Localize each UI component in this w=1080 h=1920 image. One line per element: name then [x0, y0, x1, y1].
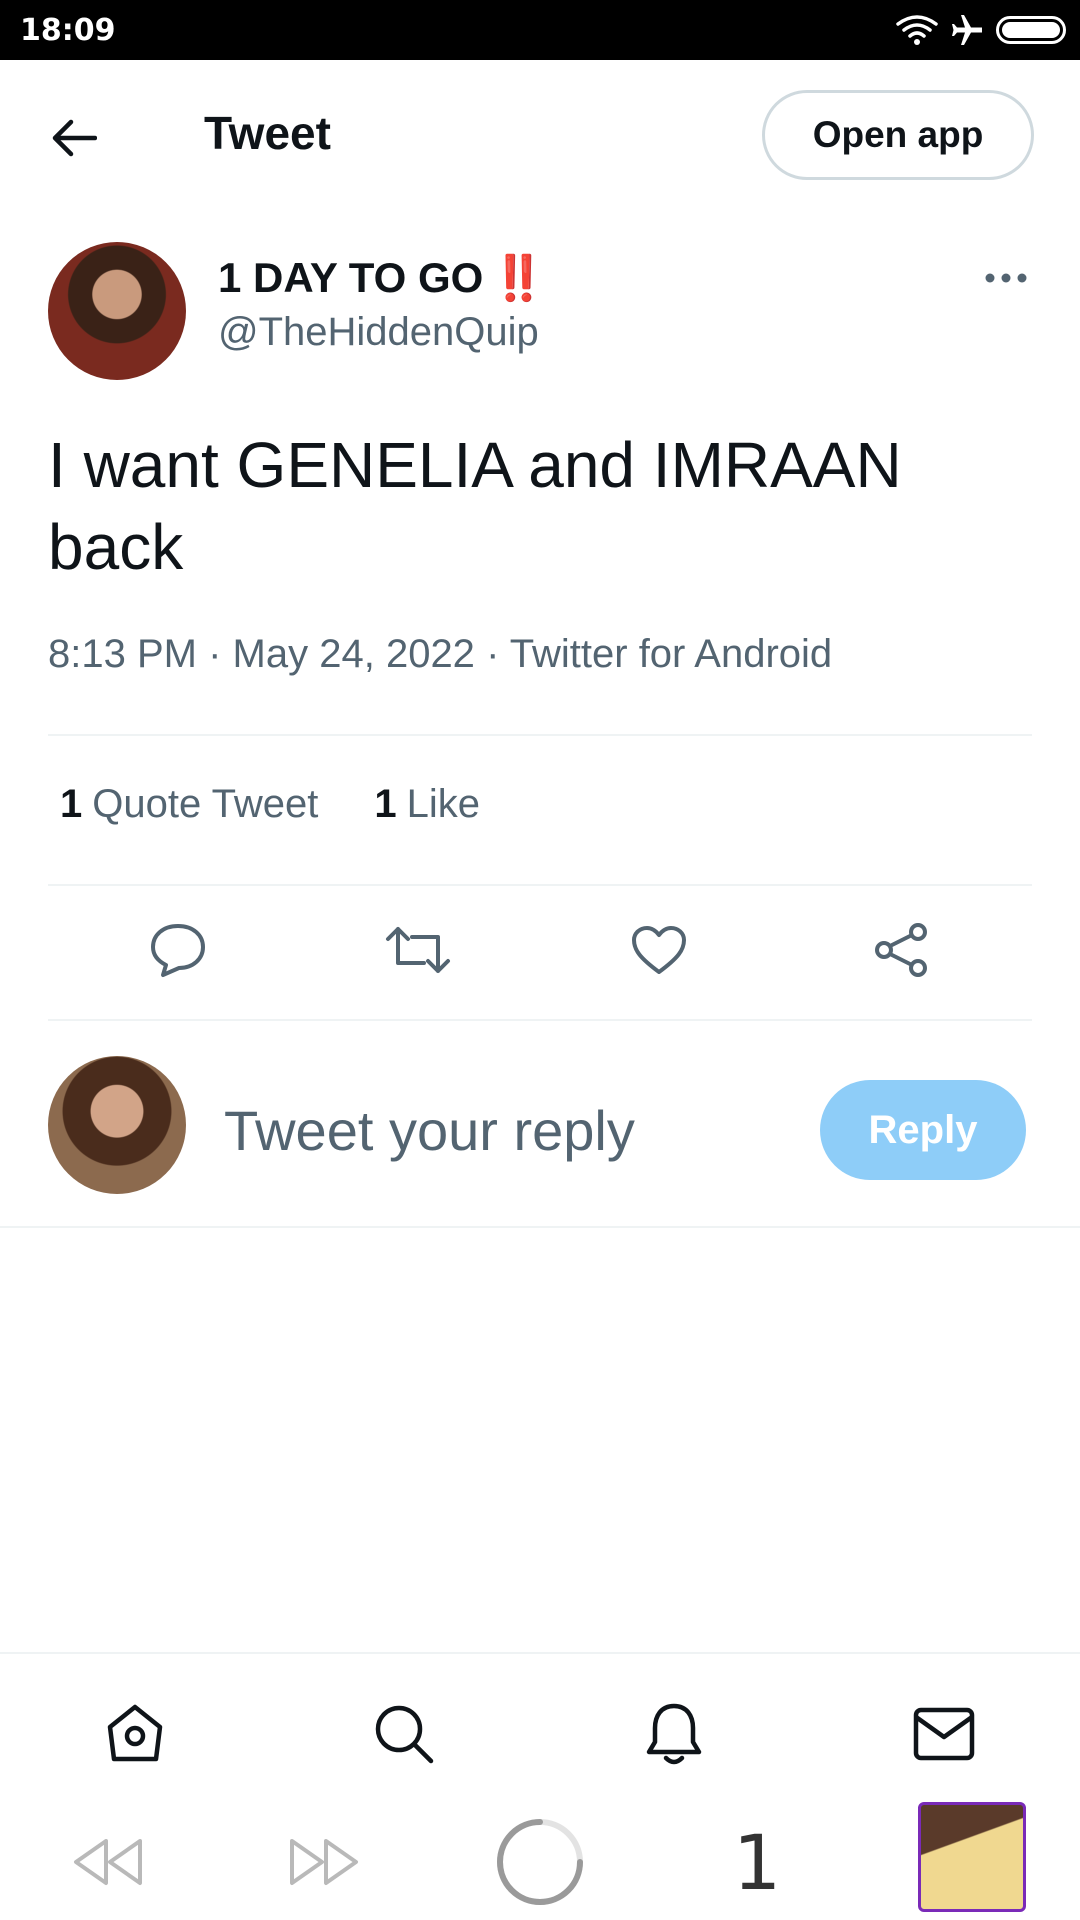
tweet-metadata: 8:13 PM · May 24, 2022 · Twitter for And…: [48, 632, 832, 677]
arrow-left-icon: [52, 119, 97, 157]
fast-forward-icon: [290, 1839, 358, 1885]
mail-icon: [913, 1707, 975, 1761]
reply-button[interactable]: [143, 915, 213, 985]
quote-label: Quote Tweet: [92, 782, 319, 826]
divider: [48, 734, 1032, 736]
more-options-button[interactable]: [978, 258, 1034, 298]
retweet-button[interactable]: [383, 915, 453, 985]
heart-icon: [632, 926, 686, 974]
battery-icon: [996, 16, 1066, 44]
reply-input[interactable]: Tweet your reply: [224, 1098, 635, 1163]
divider: [0, 1226, 1080, 1228]
meta-separator: ·: [208, 632, 222, 676]
divider: [48, 1019, 1032, 1021]
tweet-text: I want GENELIA and IMRAAN back: [48, 429, 902, 583]
browser-loading-indicator[interactable]: [494, 1816, 586, 1908]
page-title: Tweet: [204, 107, 331, 159]
share-button[interactable]: [866, 915, 936, 985]
nav-notifications[interactable]: [634, 1694, 714, 1774]
status-bar: 18:09: [0, 0, 1080, 60]
author-name-text: 1 DAY TO GO: [218, 254, 484, 301]
open-app-button[interactable]: Open app: [762, 90, 1034, 180]
tweet-actions: [48, 915, 1032, 985]
double-exclamation-emoji: ‼️: [491, 254, 546, 303]
quote-tweets-stat[interactable]: 1 Quote Tweet: [60, 782, 318, 827]
browser-forward-button[interactable]: [284, 1816, 364, 1908]
reply-submit-button[interactable]: Reply: [820, 1080, 1026, 1180]
like-count: 1: [374, 782, 397, 826]
likes-stat[interactable]: 1 Like: [374, 782, 480, 827]
rewind-back-icon: [74, 1839, 142, 1885]
wifi-icon: [896, 15, 938, 45]
tweet-date[interactable]: May 24, 2022: [233, 632, 475, 676]
current-user-avatar[interactable]: [48, 1056, 186, 1194]
nav-messages[interactable]: [904, 1694, 984, 1774]
quote-count: 1: [60, 782, 83, 826]
tweet-source[interactable]: Twitter for Android: [510, 632, 832, 676]
bell-icon: [646, 1703, 702, 1765]
author-avatar[interactable]: [48, 242, 186, 380]
tweet-stats: 1 Quote Tweet 1 Like: [60, 782, 480, 827]
tweet-time[interactable]: 8:13 PM: [48, 632, 197, 676]
meta-separator: ·: [486, 632, 500, 676]
airplane-mode-icon: [952, 15, 982, 45]
bottom-navigation: [0, 1652, 1080, 1802]
like-button[interactable]: [624, 915, 694, 985]
reply-icon: [151, 924, 205, 977]
tab-count[interactable]: 1: [722, 1816, 792, 1908]
divider: [48, 884, 1032, 886]
nav-home[interactable]: [95, 1694, 175, 1774]
ellipsis-icon: [985, 273, 1027, 283]
share-icon: [875, 923, 927, 977]
tab-thumbnail[interactable]: [918, 1802, 1026, 1912]
top-bar: Tweet Open app: [0, 60, 1080, 210]
loading-spinner-icon: [497, 1819, 583, 1905]
nav-search[interactable]: [364, 1694, 444, 1774]
home-icon: [107, 1704, 163, 1762]
retweet-icon: [386, 927, 450, 973]
status-time: 18:09: [20, 13, 116, 48]
like-label: Like: [406, 782, 480, 826]
browser-toolbar: 1: [0, 1802, 1080, 1920]
author-handle[interactable]: @TheHiddenQuip: [218, 310, 539, 355]
back-button[interactable]: [46, 110, 102, 166]
author-display-name[interactable]: 1 DAY TO GO ‼️: [218, 252, 546, 304]
search-icon: [375, 1705, 434, 1764]
status-icons: [896, 12, 1066, 48]
browser-back-button[interactable]: [68, 1816, 148, 1908]
